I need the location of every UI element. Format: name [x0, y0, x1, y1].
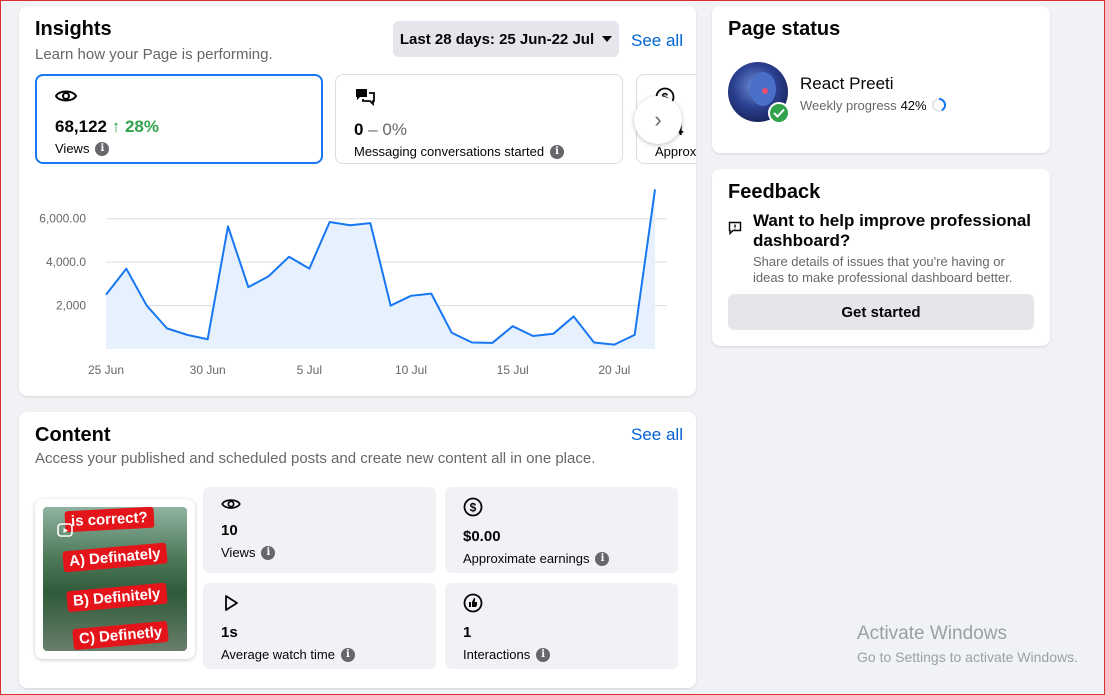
- chevron-right-icon: ›: [654, 107, 662, 132]
- thumbnail-question: is correct?: [64, 507, 155, 533]
- get-started-button[interactable]: Get started: [728, 294, 1034, 330]
- content-watch-time-value: 1s: [221, 624, 238, 641]
- metric-messaging-change: – 0%: [368, 120, 407, 139]
- y-tick-label: 4,000.0: [46, 255, 86, 269]
- content-views-value: 10: [221, 522, 238, 539]
- content-views-label: Views: [221, 545, 256, 560]
- x-tick-label: 5 Jul: [297, 363, 322, 377]
- x-tick-label: 30 Jun: [190, 363, 226, 377]
- content-see-all-link[interactable]: See all: [631, 425, 683, 445]
- play-icon: [225, 595, 238, 611]
- insights-title: Insights: [35, 18, 112, 40]
- info-icon[interactable]: i: [595, 551, 610, 566]
- activate-windows-watermark: Activate Windows Go to Settings to activ…: [857, 623, 1078, 665]
- metric-views-change: ↑ 28%: [111, 117, 159, 136]
- content-earnings-label: Approximate earnings: [463, 551, 590, 566]
- feedback-icon: [728, 221, 742, 235]
- metric-views-value: 68,122: [55, 117, 107, 136]
- metric-views-label: Views: [55, 141, 90, 156]
- watermark-line2: Go to Settings to activate Windows.: [857, 649, 1078, 665]
- content-earnings-value: $0.00: [463, 528, 501, 545]
- reel-icon: [57, 523, 73, 537]
- metric-earnings-label: Approx: [655, 144, 696, 159]
- page-status-title: Page status: [728, 18, 841, 40]
- content-stat-interactions: 1 Interactions i: [445, 583, 678, 669]
- eye-icon: [54, 90, 78, 102]
- next-metrics-button[interactable]: ›: [634, 96, 682, 144]
- insights-card: Insights Learn how your Page is performi…: [19, 6, 696, 396]
- chat-bubbles-icon: [356, 89, 375, 107]
- content-subtitle: Access your published and scheduled post…: [35, 450, 596, 467]
- metric-messaging-value: 0: [354, 120, 364, 139]
- watermark-line1: Activate Windows: [857, 623, 1007, 644]
- content-interactions-value: 1: [463, 624, 472, 641]
- dollar-icon: $: [463, 497, 483, 517]
- post-image: is correct? A) Definately B) Definitely …: [43, 507, 187, 651]
- x-tick-label: 25 Jun: [88, 363, 124, 377]
- insights-see-all-link[interactable]: See all: [631, 31, 683, 51]
- x-tick-label: 10 Jul: [395, 363, 427, 377]
- content-title: Content: [35, 424, 111, 446]
- page-name[interactable]: React Preeti: [800, 74, 894, 94]
- feedback-description: Share details of issues that you're havi…: [753, 254, 1013, 285]
- content-stat-watch-time: 1s Average watch time i: [203, 583, 436, 669]
- verified-check-icon: [768, 102, 790, 124]
- feedback-title: Feedback: [728, 181, 821, 203]
- content-card: Content Access your published and schedu…: [19, 412, 696, 688]
- date-range-label: Last 28 days: 25 Jun-22 Jul: [399, 30, 595, 48]
- svg-text:$: $: [470, 501, 477, 515]
- insights-subtitle: Learn how your Page is performing.: [35, 46, 273, 63]
- content-stat-earnings: $ $0.00 Approximate earnings i: [445, 487, 678, 573]
- thumbnail-option-b: B) Definitely: [66, 582, 168, 613]
- content-stat-views: 10 Views i: [203, 487, 436, 573]
- date-range-dropdown[interactable]: Last 28 days: 25 Jun-22 Jul: [393, 21, 619, 57]
- feedback-question: Want to help improve professional dashbo…: [753, 211, 1032, 250]
- info-icon[interactable]: i: [340, 647, 355, 662]
- y-tick-label: 6,000.00: [39, 212, 86, 226]
- area-fill: [106, 189, 655, 349]
- x-tick-label: 20 Jul: [598, 363, 630, 377]
- progress-ring: [931, 98, 946, 112]
- info-icon[interactable]: i: [95, 141, 110, 156]
- x-tick-label: 15 Jul: [497, 363, 529, 377]
- thumbnail-option-c: C) Definetly: [72, 620, 170, 651]
- page-status-card: Page status React Preeti Weekly progress…: [712, 6, 1050, 153]
- content-interactions-label: Interactions: [463, 647, 531, 662]
- content-watch-time-label: Average watch time: [221, 647, 335, 662]
- info-icon[interactable]: i: [536, 647, 551, 662]
- post-thumbnail[interactable]: is correct? A) Definately B) Definitely …: [35, 499, 195, 659]
- y-tick-label: 2,000: [56, 299, 86, 313]
- metric-messaging-label: Messaging conversations started: [354, 144, 545, 159]
- feedback-card: Feedback Want to help improve profession…: [712, 169, 1050, 346]
- thumbnail-option-a: A) Definately: [62, 542, 168, 573]
- avatar[interactable]: [728, 62, 790, 124]
- metric-messaging[interactable]: 0 – 0% Messaging conversations started i: [335, 74, 623, 164]
- info-icon[interactable]: i: [550, 144, 565, 159]
- reactions-icon: [463, 593, 483, 613]
- caret-down-icon: [602, 36, 613, 42]
- weekly-progress-label: Weekly progress: [800, 97, 897, 113]
- metric-views[interactable]: 68,122 ↑ 28% Views i: [35, 74, 323, 164]
- weekly-progress: Weekly progress 42%: [800, 97, 947, 113]
- info-icon[interactable]: i: [261, 545, 276, 560]
- eye-icon: [221, 499, 241, 509]
- views-chart: 2,000 4,000.0 6,000.00 25 Jun 30 Jun 5 Jul 10 …: [39, 189, 667, 377]
- weekly-progress-value: 42%: [900, 97, 927, 113]
